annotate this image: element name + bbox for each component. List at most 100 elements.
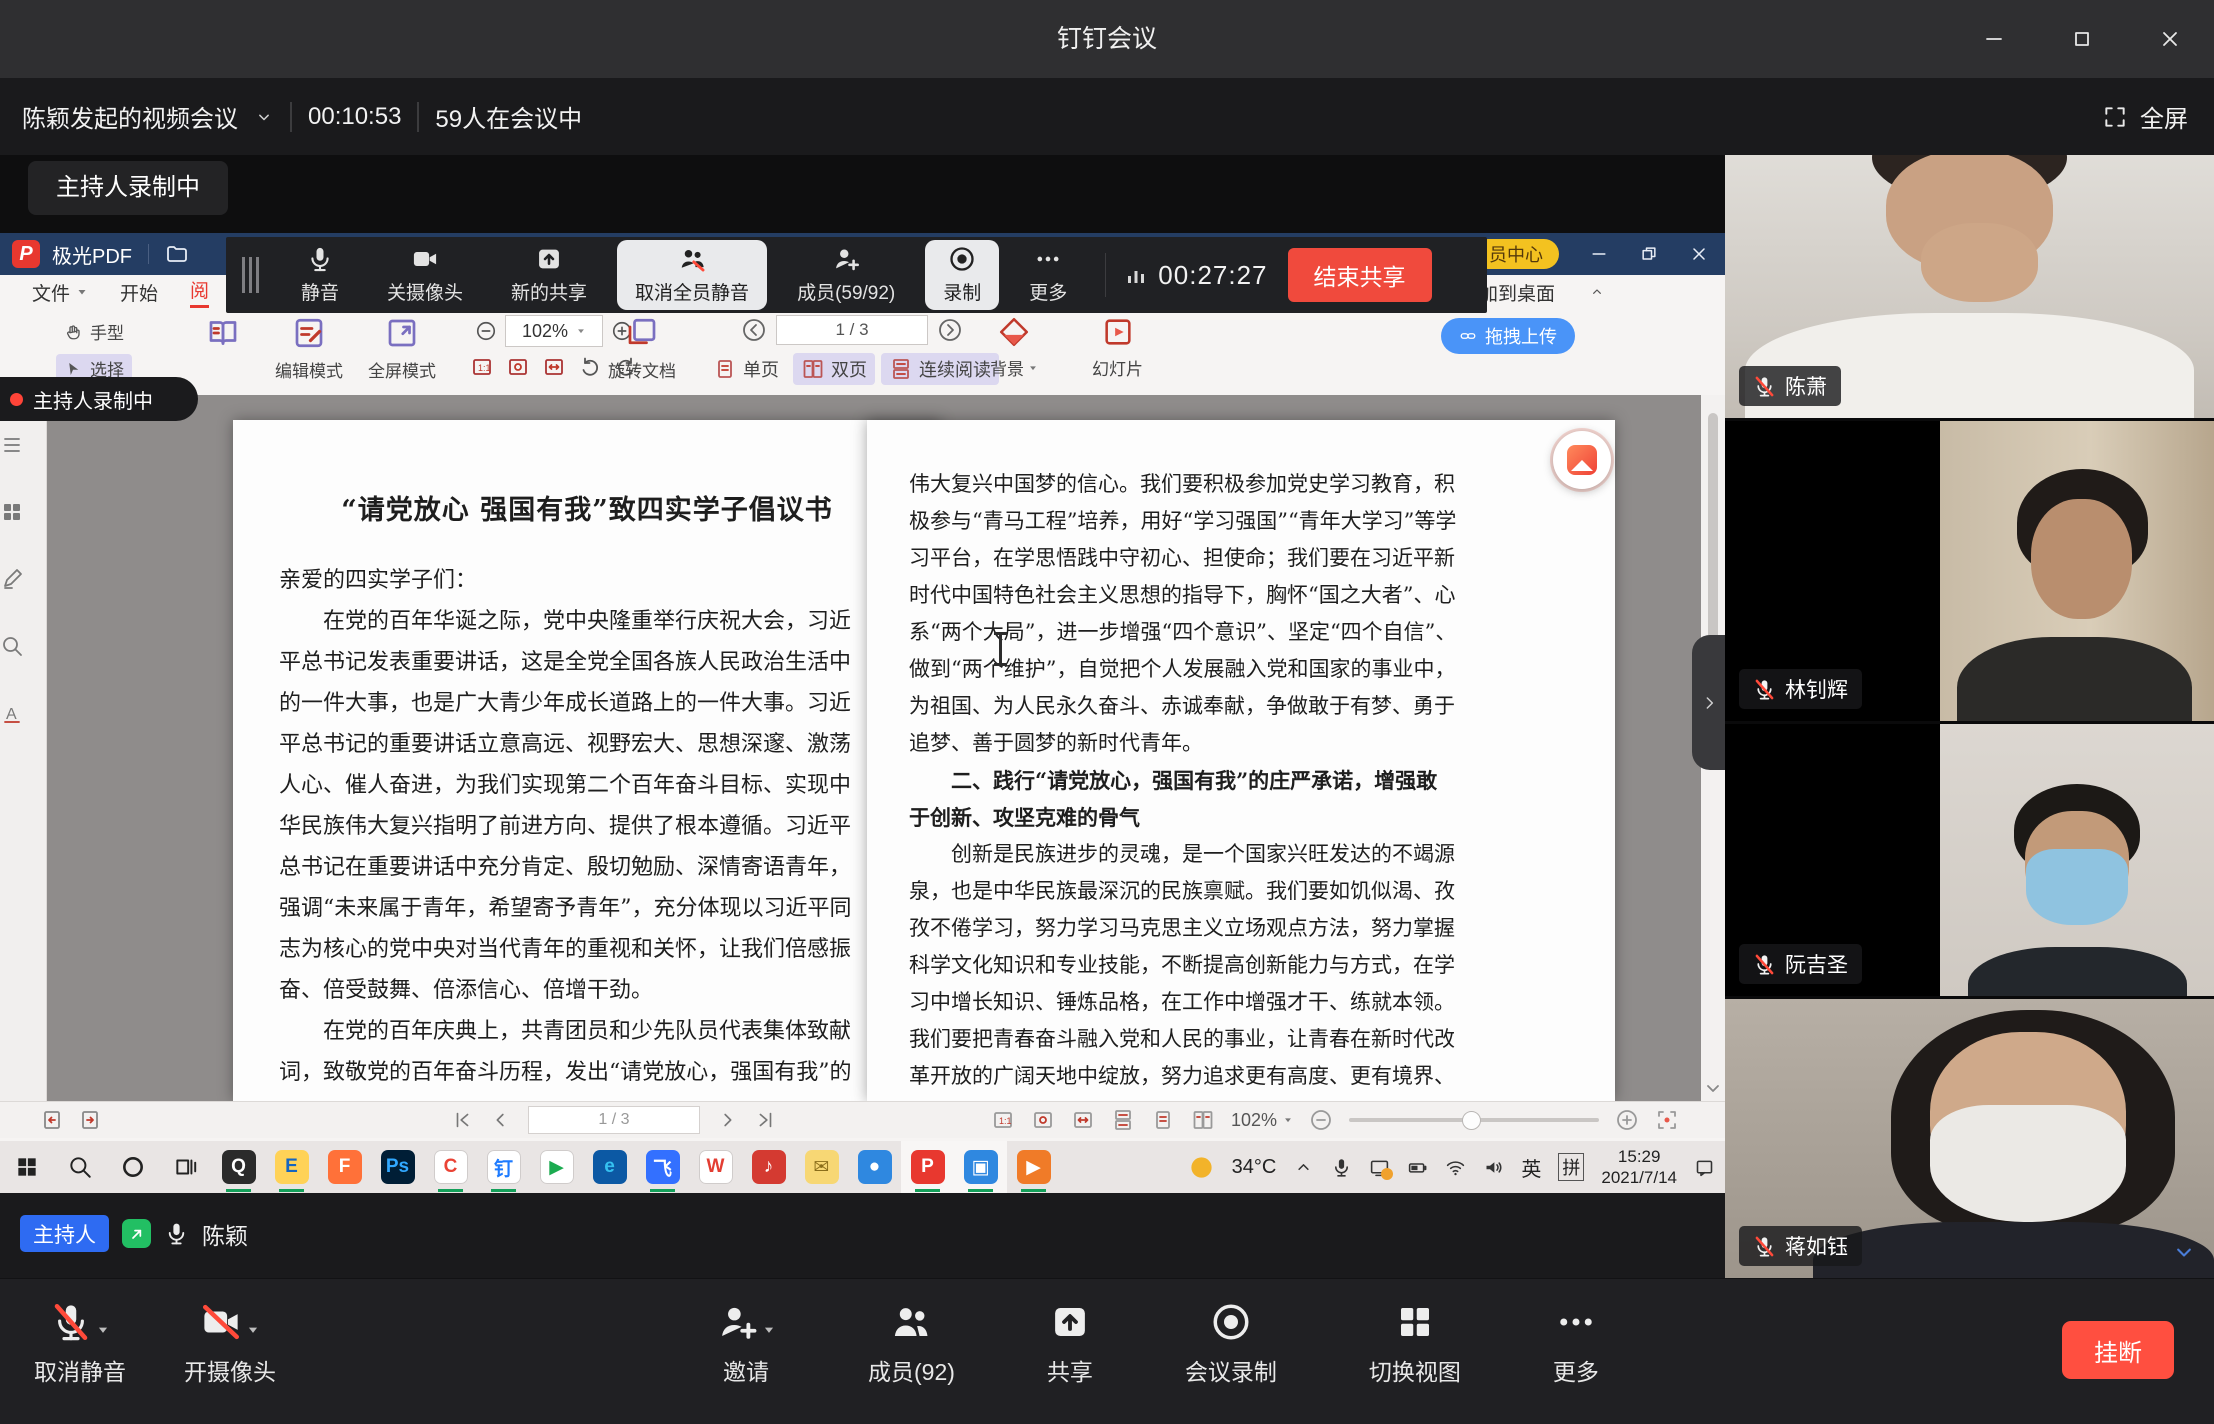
- fullscreen-mode-button[interactable]: 全屏模式: [368, 315, 436, 382]
- wifi-icon[interactable]: [1445, 1157, 1466, 1178]
- hidden-icons-chevron[interactable]: [1293, 1157, 1314, 1178]
- actual-size-icon[interactable]: 1:1: [991, 1108, 1015, 1132]
- continuous-icon[interactable]: [1111, 1108, 1135, 1132]
- floating-widget-button[interactable]: [1553, 431, 1611, 489]
- edit-mode-button[interactable]: 编辑模式: [275, 315, 343, 382]
- document-page-2[interactable]: 伟大复兴中国梦的信心。我们要积极参加党史学习教育，积极参与“青马工程”培养，用好…: [867, 420, 1615, 1101]
- continuous-read-button[interactable]: 连续阅读: [881, 353, 999, 385]
- camera-on-button[interactable]: 开摄像头: [184, 1297, 276, 1387]
- taskbar-feishu[interactable]: 飞: [636, 1141, 689, 1193]
- zoom-level[interactable]: 102%: [505, 315, 603, 347]
- rotate-left-icon[interactable]: [578, 355, 602, 379]
- search-button[interactable]: [53, 1141, 106, 1193]
- sidebar-collapse-handle[interactable]: [1692, 635, 1725, 770]
- fit-page-icon[interactable]: [1031, 1108, 1055, 1132]
- taskbar-netease-music[interactable]: ♪: [742, 1141, 795, 1193]
- video-tile-2[interactable]: 林钊辉: [1725, 421, 2214, 721]
- battery-icon[interactable]: [1407, 1157, 1428, 1178]
- close-button[interactable]: [2126, 0, 2214, 78]
- last-page-icon[interactable]: [754, 1109, 776, 1131]
- fullscreen-icon[interactable]: [1655, 1108, 1679, 1132]
- hangup-button[interactable]: 挂断: [2062, 1321, 2174, 1379]
- double-page-icon[interactable]: [1191, 1108, 1215, 1132]
- pdf-restore-icon[interactable]: [1639, 244, 1659, 264]
- actual-size-icon[interactable]: 1:1: [470, 355, 494, 379]
- share-button[interactable]: 共享: [1047, 1297, 1093, 1387]
- ime-indicator[interactable]: 拼: [1558, 1153, 1584, 1181]
- search-icon[interactable]: [0, 634, 24, 658]
- text-tool-icon[interactable]: A: [0, 701, 24, 725]
- maximize-button[interactable]: [2038, 0, 2126, 78]
- taskbar-firefox[interactable]: F: [318, 1141, 371, 1193]
- thumbnails-icon[interactable]: [0, 433, 24, 457]
- prev-page-icon[interactable]: [490, 1109, 512, 1131]
- single-page-icon[interactable]: [1151, 1108, 1175, 1132]
- cast-icon[interactable]: [1369, 1157, 1390, 1178]
- drag-upload-button[interactable]: 拖拽上传: [1441, 318, 1575, 354]
- menu-read[interactable]: 阅: [190, 276, 209, 308]
- zoom-out-icon[interactable]: [1309, 1108, 1333, 1132]
- more-button[interactable]: 更多: [1553, 1297, 1599, 1387]
- single-page-button[interactable]: 单页: [705, 353, 787, 385]
- view-switch-button[interactable]: 切换视图: [1369, 1297, 1461, 1387]
- chevron-down-icon[interactable]: [2170, 1238, 2198, 1266]
- weather-icon[interactable]: [1188, 1154, 1215, 1181]
- bookmarks-icon[interactable]: [0, 500, 24, 524]
- task-view-button[interactable]: [159, 1141, 212, 1193]
- start-button[interactable]: [0, 1141, 53, 1193]
- members-button[interactable]: 成员(92): [868, 1297, 955, 1387]
- taskbar-meeting-cam[interactable]: ▣: [954, 1141, 1007, 1193]
- video-tile-1[interactable]: 陈萧: [1725, 155, 2214, 418]
- status-page-indicator[interactable]: 1 / 3: [528, 1106, 700, 1134]
- next-page-icon[interactable]: [716, 1109, 738, 1131]
- taskbar-tencent-video[interactable]: ▶: [530, 1141, 583, 1193]
- scrollbar-thumb[interactable]: [1708, 413, 1718, 643]
- video-tile-3[interactable]: 阮吉圣: [1725, 724, 2214, 996]
- float-unmute-all-button[interactable]: 取消全员静音: [617, 240, 767, 310]
- float-record-button[interactable]: 录制: [925, 240, 999, 310]
- fit-page-icon[interactable]: [506, 355, 530, 379]
- zoom-in-icon[interactable]: [1615, 1108, 1639, 1132]
- rotate-doc-button[interactable]: 旋转文档: [608, 315, 676, 382]
- zoom-slider-knob[interactable]: [1462, 1111, 1481, 1130]
- double-page-button[interactable]: 双页: [793, 353, 875, 385]
- zoom-slider[interactable]: [1349, 1118, 1599, 1122]
- slides-button[interactable]: 幻灯片: [1092, 315, 1143, 380]
- volume-icon[interactable]: [1483, 1157, 1504, 1178]
- invite-button[interactable]: 邀请: [716, 1297, 776, 1387]
- taskbar-explorer[interactable]: E: [265, 1141, 318, 1193]
- taskbar-jiguang-pdf[interactable]: P: [901, 1141, 954, 1193]
- microphone-tray-icon[interactable]: [1331, 1157, 1352, 1178]
- zoom-out-icon[interactable]: [475, 320, 497, 342]
- taskbar-edge[interactable]: e: [583, 1141, 636, 1193]
- open-file-icon[interactable]: [165, 242, 189, 266]
- scroll-down-icon[interactable]: [1701, 1075, 1725, 1101]
- float-more-button[interactable]: 更多: [1011, 241, 1085, 309]
- prev-view-icon[interactable]: [40, 1108, 64, 1132]
- read-mode-button[interactable]: [205, 315, 241, 351]
- taskbar-qq[interactable]: Q: [212, 1141, 265, 1193]
- fit-width-icon[interactable]: [1071, 1108, 1095, 1132]
- next-view-icon[interactable]: [78, 1108, 102, 1132]
- first-page-icon[interactable]: [452, 1109, 474, 1131]
- pdf-close-icon[interactable]: [1689, 244, 1709, 264]
- page-indicator[interactable]: 1 / 3: [776, 315, 928, 345]
- float-members-button[interactable]: 成员(59/92): [779, 241, 913, 309]
- background-button[interactable]: 背景: [990, 315, 1038, 380]
- float-camera-off-button[interactable]: 关摄像头: [369, 241, 481, 309]
- notification-icon[interactable]: [1694, 1157, 1715, 1178]
- float-mute-button[interactable]: 静音: [283, 241, 357, 309]
- drag-handle[interactable]: [242, 257, 259, 293]
- status-zoom-level[interactable]: 102%: [1231, 1110, 1293, 1131]
- collapse-ribbon-icon[interactable]: [1589, 284, 1605, 300]
- taskbar-mail[interactable]: ✉: [795, 1141, 848, 1193]
- end-share-button[interactable]: 结束共享: [1288, 248, 1432, 302]
- minimize-button[interactable]: [1950, 0, 2038, 78]
- chevron-down-icon[interactable]: [254, 107, 274, 127]
- temperature[interactable]: 34°C: [1232, 1156, 1277, 1179]
- language-indicator[interactable]: 英: [1521, 1153, 1541, 1182]
- taskbar-player[interactable]: ▶: [1007, 1141, 1060, 1193]
- video-tile-4[interactable]: 蒋如钰: [1725, 999, 2214, 1278]
- fit-width-icon[interactable]: [542, 355, 566, 379]
- next-page-icon[interactable]: [938, 318, 962, 342]
